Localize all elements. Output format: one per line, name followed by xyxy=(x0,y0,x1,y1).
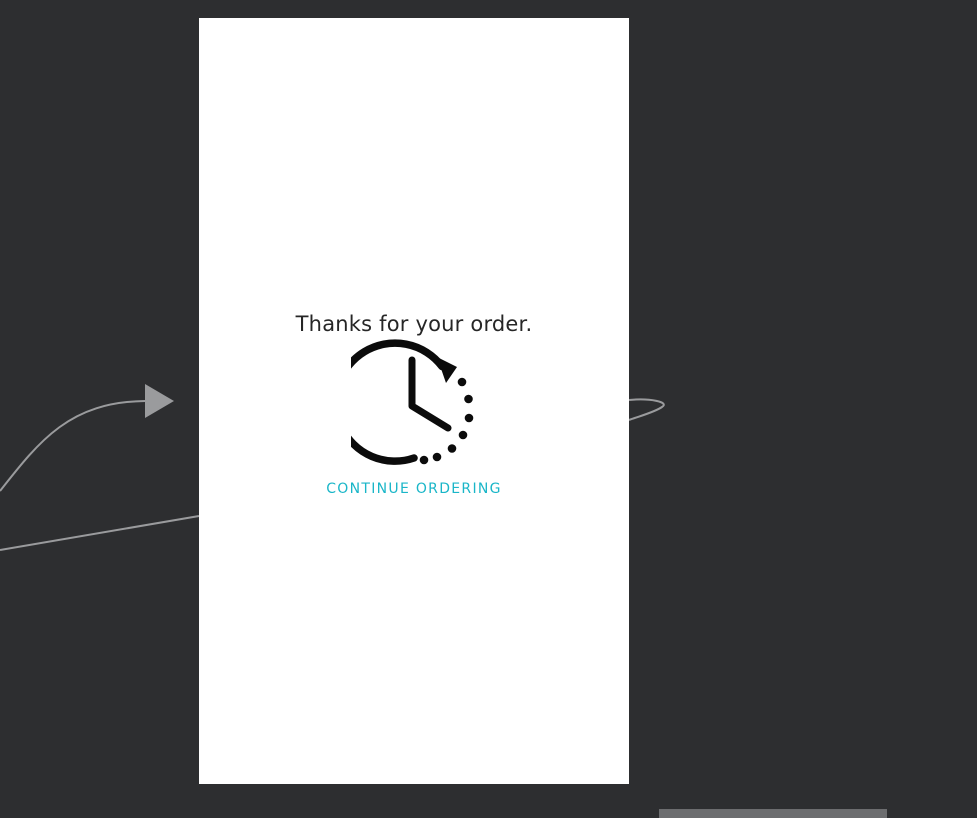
order-confirmation-screen: Thanks for your order. CONTINUE ORDERING xyxy=(199,18,629,784)
continue-ordering-button[interactable]: CONTINUE ORDERING xyxy=(199,481,629,497)
clock-refresh-icon xyxy=(351,339,474,465)
connector-line-upper xyxy=(0,400,146,492)
bottom-scrollbar[interactable] xyxy=(659,809,887,818)
thanks-message: Thanks for your order. xyxy=(295,312,533,336)
connector-line-lower xyxy=(0,515,200,551)
connector-arrow-head xyxy=(145,384,174,418)
connector-loop-right xyxy=(628,398,665,421)
